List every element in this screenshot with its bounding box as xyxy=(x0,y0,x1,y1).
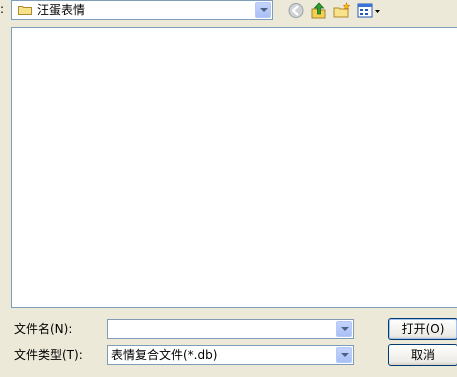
folder-icon xyxy=(18,6,32,15)
look-in-label: : xyxy=(0,2,5,16)
filename-dropdown-button[interactable] xyxy=(336,321,352,337)
file-list[interactable] xyxy=(11,27,457,308)
filetype-value: 表情复合文件(*.db) xyxy=(111,348,218,362)
filename-label: 文件名(N): xyxy=(14,322,73,336)
look-in-dropdown-button[interactable] xyxy=(255,2,271,18)
up-folder-icon[interactable] xyxy=(310,2,328,19)
new-folder-icon[interactable] xyxy=(333,2,351,19)
filetype-select[interactable]: 表情复合文件(*.db) xyxy=(107,345,354,365)
open-button[interactable]: 打开(O) xyxy=(388,318,457,340)
filetype-label: 文件类型(T): xyxy=(14,348,83,362)
look-in-value: 汪蛋表情 xyxy=(37,3,86,17)
look-in-combo[interactable]: 汪蛋表情 xyxy=(11,0,273,20)
filetype-dropdown-button[interactable] xyxy=(336,347,352,363)
filename-input[interactable] xyxy=(107,319,354,339)
cancel-button[interactable]: 取消 xyxy=(388,344,457,366)
back-icon[interactable] xyxy=(287,2,305,19)
views-icon[interactable] xyxy=(357,2,383,19)
